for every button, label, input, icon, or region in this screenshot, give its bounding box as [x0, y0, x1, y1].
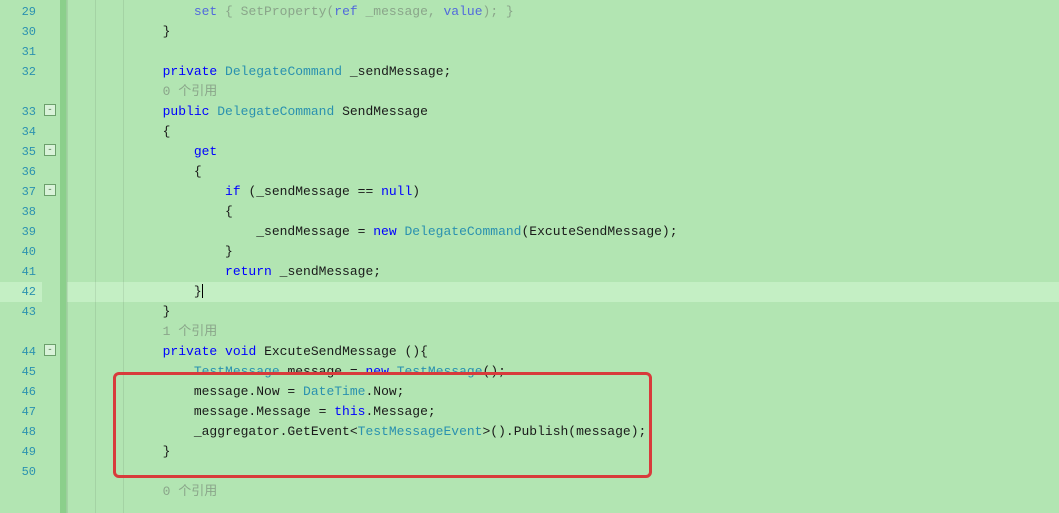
line-number: 41 [0, 262, 42, 282]
code-editor[interactable]: 29 30 31 32 33 34 35 36 37 38 39 40 41 4… [0, 0, 1059, 513]
code-line[interactable]: get [67, 142, 1059, 162]
code-line[interactable]: { [67, 122, 1059, 142]
line-number-current: 42 [0, 282, 42, 302]
code-line[interactable]: message.Message = this.Message; [67, 402, 1059, 422]
code-line[interactable]: _aggregator.GetEvent<TestMessageEvent>()… [67, 422, 1059, 442]
line-number: 48 [0, 422, 42, 442]
code-line[interactable] [67, 42, 1059, 62]
fold-toggle-icon[interactable]: - [44, 144, 56, 156]
code-line[interactable]: return _sendMessage; [67, 262, 1059, 282]
code-line[interactable]: _sendMessage = new DelegateCommand(Excut… [67, 222, 1059, 242]
code-line[interactable]: if (_sendMessage == null) [67, 182, 1059, 202]
code-line[interactable]: private DelegateCommand _sendMessage; [67, 62, 1059, 82]
code-line[interactable]: } [67, 442, 1059, 462]
line-number: 35 [0, 142, 42, 162]
line-number: 34 [0, 122, 42, 142]
line-number: 39 [0, 222, 42, 242]
line-number: 43 [0, 302, 42, 322]
line-number: 31 [0, 42, 42, 62]
code-line[interactable]: { [67, 202, 1059, 222]
line-number: 32 [0, 62, 42, 82]
line-number: 29 [0, 2, 42, 22]
line-number-gutter: 29 30 31 32 33 34 35 36 37 38 39 40 41 4… [0, 0, 42, 513]
code-line[interactable]: TestMessage message = new TestMessage(); [67, 362, 1059, 382]
line-number: 44 [0, 342, 42, 362]
line-number: 33 [0, 102, 42, 122]
code-line[interactable]: set { SetProperty(ref _message, value); … [67, 2, 1059, 22]
code-area[interactable]: set { SetProperty(ref _message, value); … [66, 0, 1059, 513]
codelens-references[interactable]: 0 个引用 [67, 82, 1059, 102]
code-line[interactable]: } [67, 22, 1059, 42]
codelens-references[interactable]: 0 个引用 [67, 482, 1059, 502]
text-cursor [202, 284, 203, 299]
line-number: 40 [0, 242, 42, 262]
line-number: 37 [0, 182, 42, 202]
line-number: 49 [0, 442, 42, 462]
line-number: 38 [0, 202, 42, 222]
line-number: 50 [0, 462, 42, 482]
fold-toggle-icon[interactable]: - [44, 344, 56, 356]
line-number: 46 [0, 382, 42, 402]
outline-margin: - - - - [42, 0, 60, 513]
line-number: 45 [0, 362, 42, 382]
code-line[interactable]: } [67, 302, 1059, 322]
line-number: 47 [0, 402, 42, 422]
fold-toggle-icon[interactable]: - [44, 184, 56, 196]
code-line[interactable]: } [67, 242, 1059, 262]
code-line[interactable]: private void ExcuteSendMessage (){ [67, 342, 1059, 362]
code-line[interactable]: message.Now = DateTime.Now; [67, 382, 1059, 402]
code-line[interactable]: public DelegateCommand SendMessage [67, 102, 1059, 122]
codelens-references[interactable]: 1 个引用 [67, 322, 1059, 342]
line-number: 30 [0, 22, 42, 42]
fold-toggle-icon[interactable]: - [44, 104, 56, 116]
code-line[interactable] [67, 462, 1059, 482]
code-line-current[interactable]: } [67, 282, 1059, 302]
code-line[interactable]: { [67, 162, 1059, 182]
line-number: 36 [0, 162, 42, 182]
